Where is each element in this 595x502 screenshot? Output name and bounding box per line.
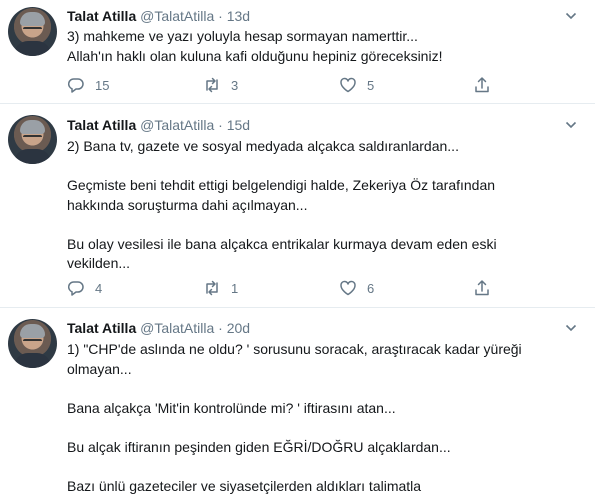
share-icon [475, 77, 489, 93]
avatar[interactable] [8, 7, 57, 56]
retweet-icon [206, 77, 218, 93]
tweet-text: 2) Bana tv, gazete ve sosyal medyada alç… [67, 137, 577, 274]
tweet-line: Bazı ünlü gazeteciler ve siyasetçilerden… [67, 477, 422, 494]
like-count: 6 [367, 280, 375, 296]
reply-icon [67, 78, 84, 93]
chevron-down-icon[interactable] [565, 10, 577, 22]
tweet-line: 1) "CHP'de aslında ne oldu? ' sorusunu s… [67, 341, 522, 357]
tweet-actions: 4 1 6 [67, 279, 507, 299]
reply-button[interactable]: 4 [67, 279, 102, 297]
tweet-line: Geçmiste beni tehdit ettigi belgelendigi… [67, 177, 496, 193]
heart-icon [340, 280, 356, 296]
tweet-text: 3) mahkeme ve yazı yoluyla hesap sormaya… [67, 27, 577, 66]
chevron-down-icon[interactable] [565, 119, 577, 131]
author-name[interactable]: Talat Atilla [67, 8, 136, 24]
share-button[interactable] [473, 76, 491, 94]
tweet-header: Talat Atilla @TalatAtilla · 15d [67, 116, 250, 134]
author-name[interactable]: Talat Atilla [67, 320, 136, 336]
tweet-header: Talat Atilla @TalatAtilla · 13d [67, 7, 250, 25]
like-button[interactable]: 6 [339, 279, 374, 297]
share-icon [475, 280, 489, 296]
retweet-button[interactable]: 1 [203, 279, 238, 297]
avatar[interactable] [8, 319, 57, 368]
retweet-icon [206, 280, 218, 296]
tweet-line: Bu alçak iftiranın peşinden giden EĞRİ/D… [67, 438, 451, 455]
separator-dot: · [218, 117, 223, 133]
author-handle[interactable]: @TalatAtilla [140, 8, 214, 24]
author-handle[interactable]: @TalatAtilla [140, 117, 214, 133]
avatar[interactable] [8, 115, 57, 164]
tweet-line: Allah'ın haklı olan kuluna kafi olduğunu… [67, 47, 443, 64]
reply-count: 4 [95, 280, 103, 296]
heart-icon [340, 77, 356, 93]
tweet-timestamp[interactable]: 20d [227, 320, 250, 336]
tweet-line: olmayan... [67, 360, 132, 377]
tweet-header: Talat Atilla @TalatAtilla · 20d [67, 319, 250, 337]
author-name[interactable]: Talat Atilla [67, 117, 136, 133]
tweet-timestamp[interactable]: 13d [227, 8, 250, 24]
author-handle[interactable]: @TalatAtilla [140, 320, 214, 336]
tweet-line: hakkında soruşturma dahi açılmayan... [67, 196, 308, 213]
tweet-line: vekilden... [67, 255, 131, 271]
reply-button[interactable]: 15 [67, 76, 109, 94]
reply-icon [67, 281, 84, 296]
like-button[interactable]: 5 [339, 76, 374, 94]
tweet-actions: 15 3 5 [67, 76, 507, 96]
tweet-line: Bu olay vesilesi ile bana alçakca entrik… [67, 235, 497, 252]
retweet-count: 1 [231, 280, 239, 296]
retweet-button[interactable]: 3 [203, 76, 238, 94]
tweet[interactable]: Talat Atilla @TalatAtilla · 20d 1) "CHP'… [0, 308, 595, 502]
share-button[interactable] [473, 279, 491, 297]
tweet-line: 3) mahkeme ve yazı yoluyla hesap sormaya… [67, 28, 418, 44]
separator-dot: · [218, 320, 223, 336]
tweet-line: 2) Bana tv, gazete ve sosyal medyada alç… [67, 138, 459, 154]
tweet-text: 1) "CHP'de aslında ne oldu? ' sorusunu s… [67, 340, 577, 496]
retweet-count: 3 [231, 77, 239, 93]
tweet[interactable]: Talat Atilla @TalatAtilla · 15d 2) Bana … [0, 104, 595, 308]
reply-count: 15 [95, 77, 110, 93]
tweet[interactable]: Talat Atilla @TalatAtilla · 13d 3) mahke… [0, 0, 595, 104]
separator-dot: · [218, 8, 223, 24]
tweet-timestamp[interactable]: 15d [227, 117, 250, 133]
tweet-line: Bana alçakça 'Mit'in kontrolünde mi? ' i… [67, 399, 396, 416]
like-count: 5 [367, 77, 375, 93]
chevron-down-icon[interactable] [565, 322, 577, 334]
